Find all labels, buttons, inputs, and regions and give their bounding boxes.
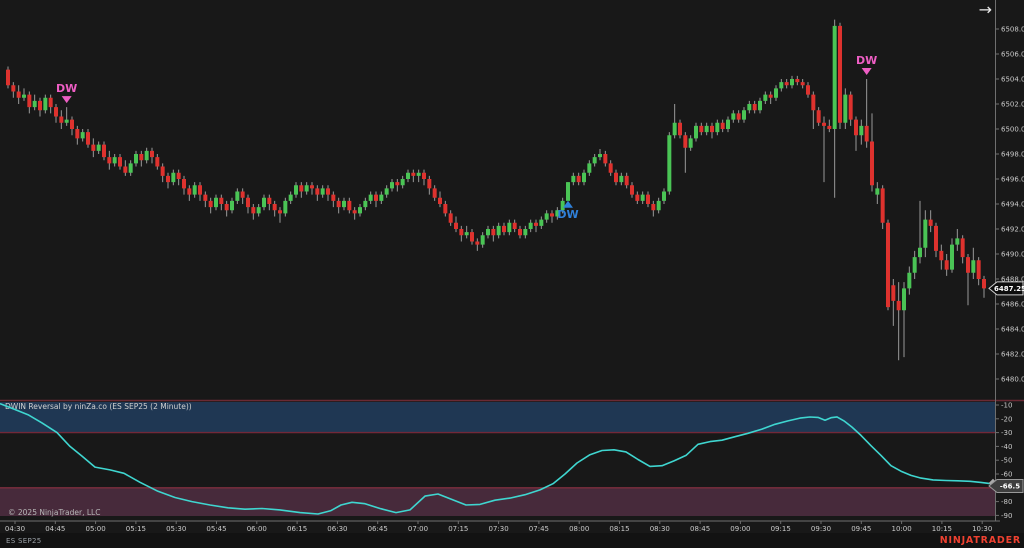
indicator-axis-tick-label: -90 — [1001, 512, 1012, 520]
time-axis-label: 08:15 — [609, 525, 629, 533]
price-axis-tick-label: 6490.00 — [1001, 251, 1024, 259]
price-axis-tick-label: 6504.00 — [1001, 76, 1024, 84]
chart-canvas[interactable]: DWIN Reversal by ninZa.co (ES SEP25 (2 M… — [0, 0, 1024, 548]
indicator-axis-tick-label: -30 — [1001, 429, 1012, 437]
indicator-title: DWIN Reversal by ninZa.co (ES SEP25 (2 M… — [5, 402, 192, 411]
price-axis-tick-label: 6508.00 — [1001, 26, 1024, 34]
time-axis-label: 07:00 — [408, 525, 428, 533]
indicator-zones — [0, 401, 1024, 517]
price-axis-tick-label: 6482.00 — [1001, 351, 1024, 359]
time-axis-label: 06:15 — [287, 525, 307, 533]
indicator-value-tag: -66.5 — [989, 479, 1023, 492]
status-bar: ES SEP25 NINJATRADER — [0, 533, 1024, 548]
chart-window: DWIN Reversal by ninZa.co (ES SEP25 (2 M… — [0, 0, 1024, 548]
sell-marker-label: DW — [56, 82, 77, 95]
sell-triangle-icon — [862, 68, 872, 75]
sell-marker-label: DW — [856, 54, 877, 67]
time-axis-label: 07:30 — [489, 525, 509, 533]
svg-text:6487.25: 6487.25 — [994, 285, 1024, 293]
time-axis-label: 09:15 — [771, 525, 791, 533]
time-axis-label: 05:00 — [86, 525, 106, 533]
price-axis-tick-label: 6492.00 — [1001, 226, 1024, 234]
time-axis-label: 09:30 — [811, 525, 831, 533]
sell-triangle-icon — [62, 96, 72, 103]
svg-text:-66.5: -66.5 — [1000, 482, 1020, 490]
time-axis-label: 10:00 — [892, 525, 912, 533]
time-axis-label: 06:30 — [327, 525, 347, 533]
time-axis-label: 07:15 — [448, 525, 468, 533]
time-axis-label: 07:45 — [529, 525, 549, 533]
time-axis-label: 09:00 — [730, 525, 750, 533]
price-axis-tick-label: 6484.00 — [1001, 326, 1024, 334]
indicator-axis-tick-label: -80 — [1001, 498, 1012, 506]
time-axis-label: 10:30 — [972, 525, 992, 533]
price-axis-tick-label: 6506.00 — [1001, 51, 1024, 59]
ninjatrader-logo: NINJATRADER — [940, 535, 1021, 546]
time-axis-label: 06:00 — [247, 525, 267, 533]
time-axis-label: 04:45 — [45, 525, 65, 533]
candlestick-series — [6, 20, 986, 361]
reversal-markers: DW DW DW — [56, 54, 877, 221]
time-axis-label: 10:15 — [932, 525, 952, 533]
instrument-tab[interactable]: ES SEP25 — [6, 537, 42, 545]
time-axis-label: 06:45 — [368, 525, 388, 533]
indicator-axis-tick-label: -40 — [1001, 443, 1012, 451]
time-axis-label: 04:30 — [5, 525, 25, 533]
scroll-to-latest-arrow-icon[interactable]: → — [979, 0, 992, 20]
price-axis-tick-label: 6494.00 — [1001, 201, 1024, 209]
axes: 6508.00 6506.00 6504.00 6502.00 6500.00 6498.… — [0, 0, 1024, 533]
time-axis-label: 08:30 — [650, 525, 670, 533]
indicator-axis-tick-label: -10 — [1001, 402, 1012, 410]
price-axis-tick-label: 6480.00 — [1001, 376, 1024, 384]
buy-marker-label: DW — [557, 208, 578, 221]
time-axis-label: 05:45 — [206, 525, 226, 533]
price-axis-tick-label: 6500.00 — [1001, 126, 1024, 134]
time-axis-label: 05:15 — [126, 525, 146, 533]
indicator-axis-tick-label: -50 — [1001, 457, 1012, 465]
indicator-axis-tick-label: -60 — [1001, 471, 1012, 479]
footer-note: © 2025 NinjaTrader, LLC — [8, 508, 100, 517]
copyright-text: © 2025 NinjaTrader, LLC — [8, 508, 100, 517]
time-axis-label: 08:00 — [569, 525, 589, 533]
time-axis-label: 05:30 — [166, 525, 186, 533]
price-axis-tick-label: 6498.00 — [1001, 151, 1024, 159]
price-axis-tick-label: 6496.00 — [1001, 176, 1024, 184]
time-axis-label: 09:45 — [851, 525, 871, 533]
price-axis-tick-label: 6486.00 — [1001, 301, 1024, 309]
indicator-header: DWIN Reversal by ninZa.co (ES SEP25 (2 M… — [5, 402, 192, 411]
price-axis-tick-label: 6502.00 — [1001, 101, 1024, 109]
indicator-axis-tick-label: -20 — [1001, 415, 1012, 423]
time-axis-label: 08:45 — [690, 525, 710, 533]
last-price-tag: 6487.25 — [989, 282, 1024, 295]
